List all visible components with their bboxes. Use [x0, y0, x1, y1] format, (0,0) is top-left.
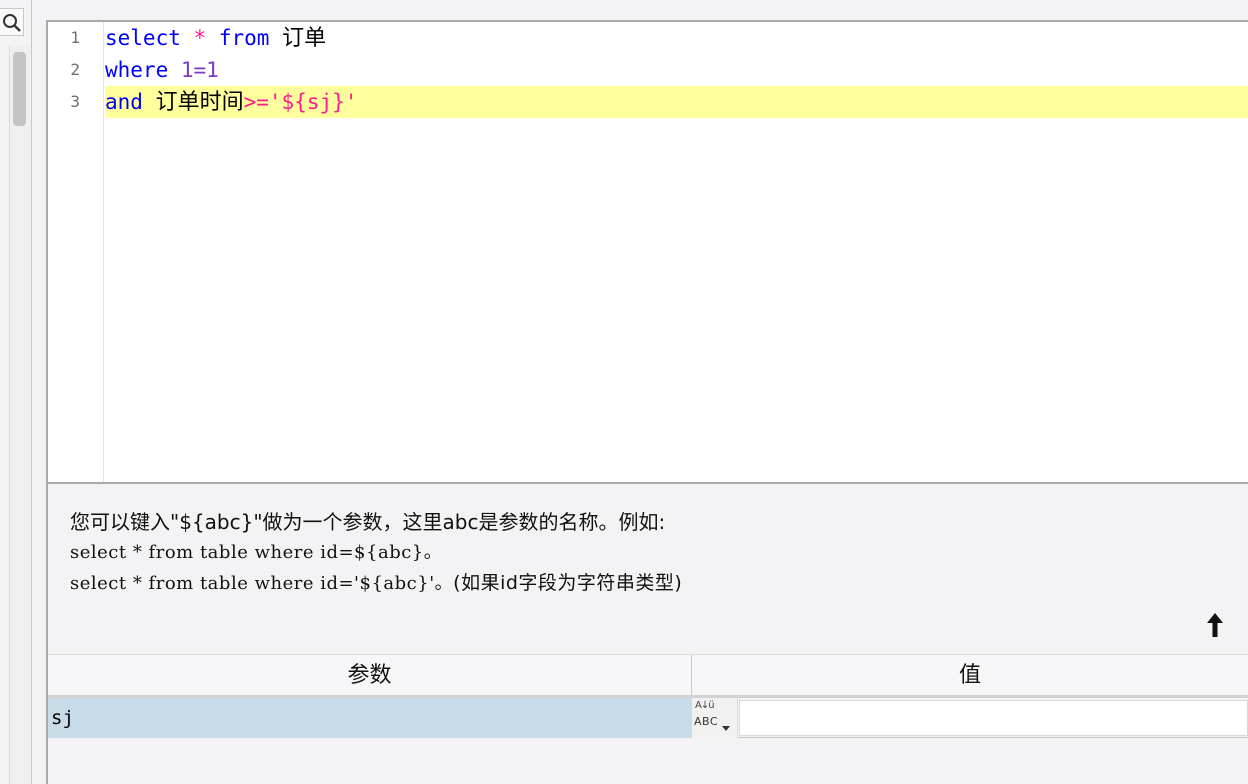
- keyword-and: and: [105, 90, 143, 114]
- keyword-select: select: [105, 26, 181, 50]
- arrow-up-icon: [1207, 613, 1223, 637]
- search-button[interactable]: [0, 8, 24, 36]
- left-scrollbar-thumb[interactable]: [13, 52, 26, 126]
- help-example-note: (如果id字段为字符串类型): [453, 572, 683, 594]
- keyword-where: where: [105, 58, 169, 82]
- sql-dataset-panel: 1 2 3 select * from 订单 where 1=1 and 订单时…: [46, 20, 1248, 784]
- collapse-button[interactable]: [1202, 608, 1228, 642]
- keyword-from: from: [218, 26, 270, 50]
- help-section: 您可以键入"${abc}"做为一个参数，这里abc是参数的名称。例如: sele…: [48, 484, 1248, 654]
- string-type-icon: ABC: [694, 715, 719, 728]
- sql-editor[interactable]: 1 2 3 select * from 订单 where 1=1 and 订单时…: [48, 20, 1248, 484]
- line-number-gutter: 1 2 3: [48, 22, 104, 482]
- table-header: 参数 值: [48, 654, 1248, 698]
- chevron-down-icon: [722, 726, 730, 731]
- search-icon: [3, 14, 21, 32]
- top-strip: [32, 0, 1248, 20]
- line-number: 3: [70, 92, 80, 111]
- column-header-value[interactable]: 值: [692, 655, 1248, 695]
- parameter-table: 参数 值 sj A↓ü ABC: [48, 654, 1248, 784]
- table-row[interactable]: sj A↓ü ABC: [48, 698, 1248, 738]
- condition-expr: 1=1: [180, 58, 219, 82]
- type-indicator: A↓ü: [695, 700, 715, 711]
- code-line-1[interactable]: select * from 订单: [105, 22, 326, 54]
- column-header-param[interactable]: 参数: [48, 655, 692, 695]
- param-value-input[interactable]: [739, 700, 1248, 736]
- column-name: 订单时间: [155, 90, 244, 115]
- parameter-string: '${sj}': [268, 90, 358, 114]
- param-name-cell[interactable]: sj: [48, 698, 692, 738]
- code-line-3[interactable]: and 订单时间>='${sj}': [105, 86, 1248, 118]
- help-text-line-2: select * from table where id=${abc}。: [70, 542, 443, 563]
- left-scrollbar[interactable]: [9, 46, 30, 784]
- left-panel: [0, 0, 32, 784]
- table-name: 订单: [282, 26, 327, 51]
- line-number: 2: [70, 60, 80, 79]
- operator-gte: >=: [243, 90, 269, 114]
- line-number: 1: [70, 28, 80, 47]
- help-text-line-3: select * from table where id='${abc}'。(如…: [70, 568, 682, 595]
- operator-star: *: [193, 26, 207, 50]
- help-text-line-1: 您可以键入"${abc}"做为一个参数，这里abc是参数的名称。例如:: [70, 510, 666, 534]
- value-type-dropdown[interactable]: A↓ü ABC: [692, 698, 738, 738]
- help-example-code: select * from table where id='${abc}'。: [70, 573, 454, 594]
- code-line-2[interactable]: where 1=1: [105, 54, 219, 86]
